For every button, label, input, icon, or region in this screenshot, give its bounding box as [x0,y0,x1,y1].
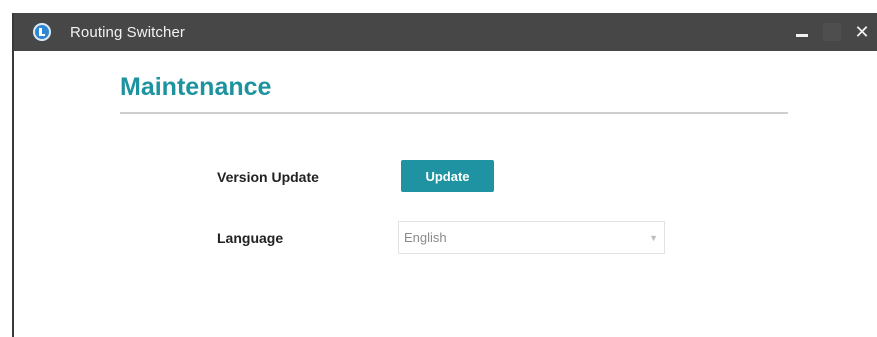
update-button[interactable]: Update [401,160,494,192]
window-controls: ✕ [787,13,877,51]
maximize-icon [823,23,841,41]
page-title: Maintenance [120,73,272,101]
minimize-icon [796,33,808,37]
version-update-label: Version Update [217,169,319,185]
language-select[interactable]: English ▼ [398,221,665,254]
window-title: Routing Switcher [70,23,185,41]
close-button[interactable]: ✕ [847,13,877,51]
minimize-button[interactable] [787,13,817,51]
title-bar[interactable]: Routing Switcher ✕ [14,13,877,51]
app-window: Routing Switcher ✕ Maintenance Version U… [12,13,877,337]
close-icon: ✕ [854,22,870,42]
maximize-button[interactable] [817,13,847,51]
title-divider [120,112,788,114]
language-label: Language [217,230,284,246]
screen: Routing Switcher ✕ Maintenance Version U… [0,0,877,337]
app-logo-icon [33,23,51,41]
language-selected-value: English [404,230,447,245]
chevron-down-icon: ▼ [649,232,658,243]
